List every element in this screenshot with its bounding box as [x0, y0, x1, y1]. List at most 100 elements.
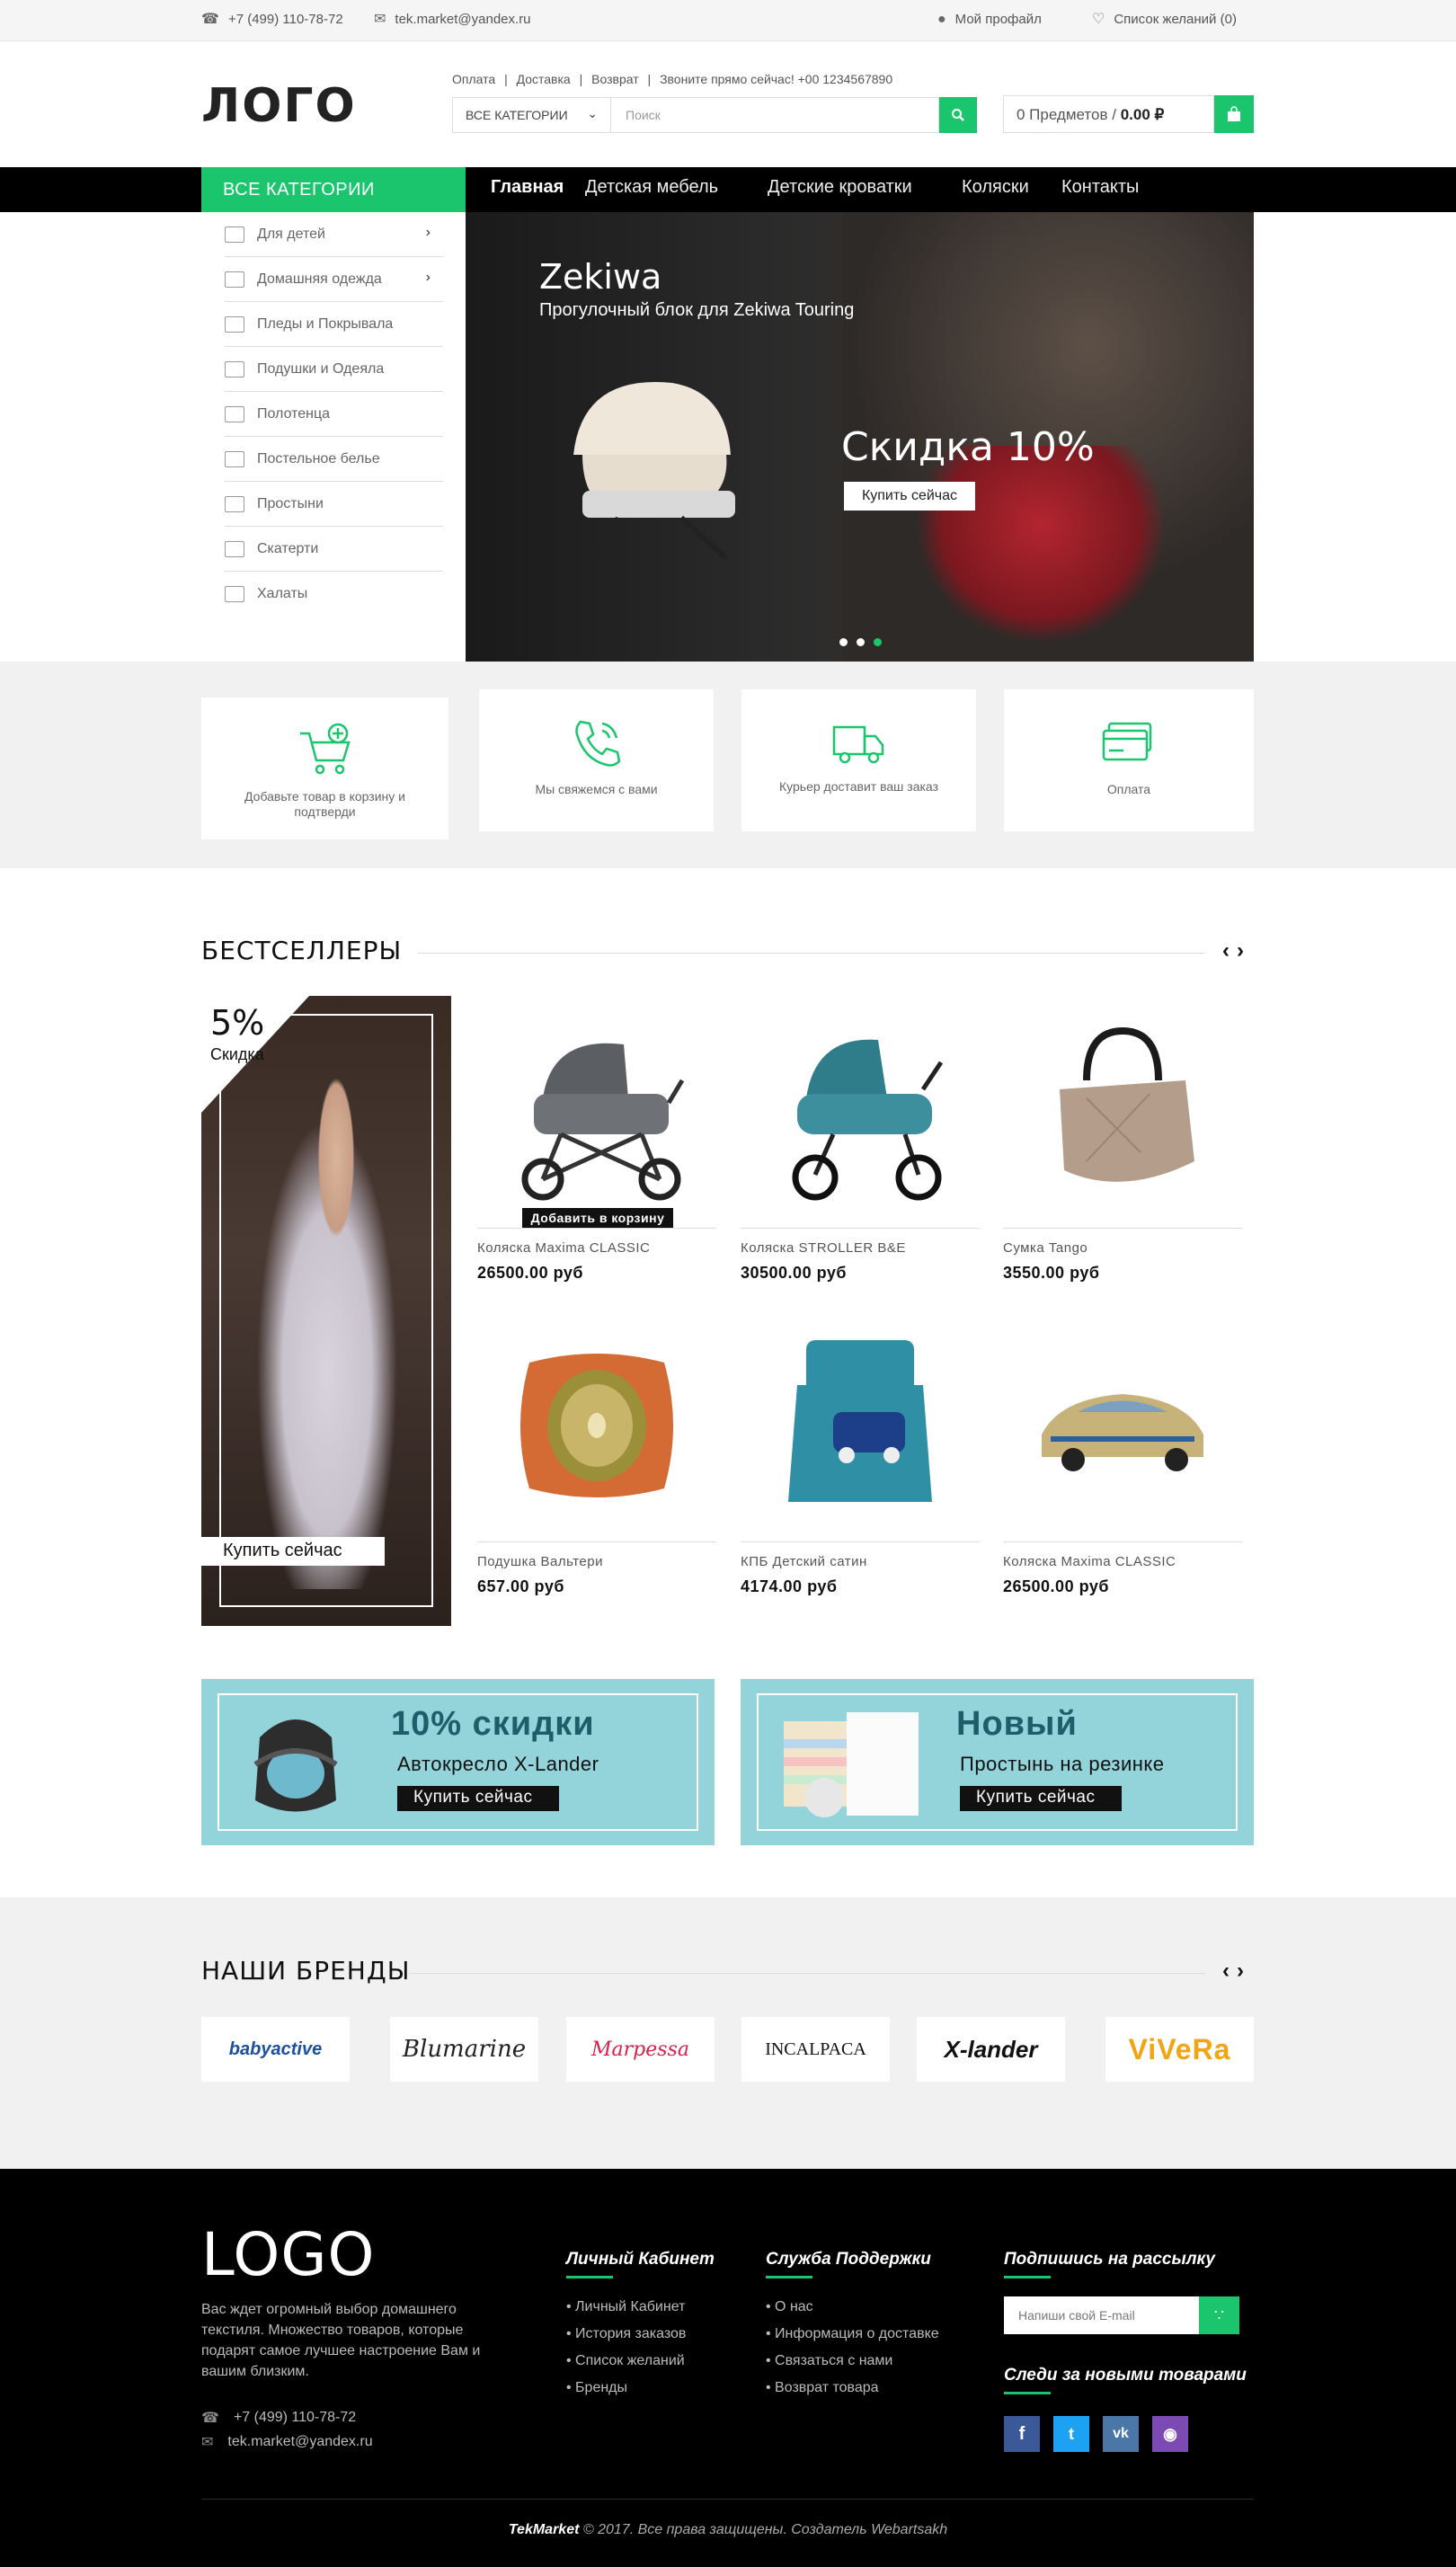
envelope-icon: ✉ — [374, 11, 386, 27]
footer-phone[interactable]: ☎ +7 (499) 110-78-72 — [201, 2409, 356, 2427]
sidebar-item-robes[interactable]: Халаты — [225, 572, 443, 617]
slider-dot[interactable] — [857, 638, 865, 646]
promo-buy-button[interactable]: Купить сейчас — [201, 1537, 385, 1566]
towel-icon — [225, 405, 244, 422]
subscribe-button[interactable]: ∵ — [1199, 2296, 1239, 2334]
slider-dot-active[interactable] — [874, 638, 882, 646]
top-bar: ☎ +7 (499) 110-78-72 ✉ tek.market@yandex… — [0, 0, 1456, 41]
brand-name: babyactive — [228, 2038, 323, 2059]
product-name[interactable]: Сумка Tango — [1003, 1240, 1088, 1256]
brand-logo-blumarine[interactable]: Blumarine — [390, 2017, 538, 2082]
product-name[interactable]: Коляска STROLLER B&E — [741, 1240, 906, 1256]
hero-buy-button[interactable]: Купить сейчас — [844, 482, 975, 511]
product-card[interactable]: Подушка Вальтери 657.00 руб — [477, 1310, 716, 1624]
return-link[interactable]: Возврат — [591, 72, 639, 86]
promo-banner-sheet[interactable]: Новый Простынь на резинке Купить сейчас — [741, 1679, 1254, 1845]
sidebar-item-bedding[interactable]: Постельное белье — [225, 437, 443, 482]
sidebar-item-label: Постельное белье — [257, 450, 380, 466]
cart-button[interactable] — [1214, 95, 1254, 133]
slider-dots — [839, 638, 882, 646]
brand-logo-xlander[interactable]: X-lander — [917, 2017, 1065, 2082]
payment-link[interactable]: Оплата — [452, 72, 495, 86]
banner-buy-button[interactable]: Купить сейчас — [397, 1786, 559, 1811]
phone-icon — [574, 720, 620, 767]
product-name[interactable]: Подушка Вальтери — [477, 1554, 603, 1569]
delivery-link[interactable]: Доставка — [517, 72, 571, 86]
product-card[interactable]: Добавить в корзину Коляска Maxima CLASSI… — [477, 996, 716, 1310]
brand-name: INCALPACA — [765, 2038, 866, 2059]
footer-link-label: Список желаний — [575, 2353, 685, 2368]
footer-link[interactable]: • О нас — [766, 2299, 813, 2315]
hero-stroller-image — [573, 382, 735, 561]
product-card[interactable]: КПБ Детский сатин 4174.00 руб — [741, 1310, 980, 1624]
wishlist-link[interactable]: ♡ Список желаний (0) — [1092, 12, 1237, 27]
brand-logo-vivera[interactable]: ViVeRa — [1105, 2017, 1254, 2082]
subscribe-email-input[interactable]: Напиши свой E-mail — [1004, 2296, 1199, 2334]
nav-strollers[interactable]: Коляски — [962, 177, 1029, 198]
product-card[interactable]: Коляска STROLLER B&E 30500.00 руб — [741, 996, 980, 1310]
nav-contacts[interactable]: Контакты — [1061, 177, 1139, 198]
site-logo[interactable]: ЛОГО — [201, 79, 357, 133]
sidebar-item-pillows[interactable]: Подушки и Одеяла — [225, 347, 443, 392]
footer-link[interactable]: • Связаться с нами — [766, 2353, 892, 2369]
slider-dot[interactable] — [839, 638, 848, 646]
footer-link[interactable]: • Информация о доставке — [766, 2326, 939, 2342]
category-select[interactable]: ВСЕ КАТЕГОРИИ ⌄ — [452, 97, 610, 133]
heading-underline — [766, 2276, 812, 2278]
next-arrow-icon[interactable]: › — [1237, 938, 1244, 963]
product-name[interactable]: КПБ Детский сатин — [741, 1554, 867, 1569]
credit-card-icon — [1102, 722, 1152, 761]
nav-home[interactable]: Главная — [491, 177, 564, 198]
brand-logo-babyactive[interactable]: babyactive — [201, 2017, 350, 2082]
promo-banner-car-seat[interactable]: 10% скидки Автокресло X-Lander Купить се… — [201, 1679, 715, 1845]
search-button[interactable] — [939, 97, 977, 133]
add-to-cart-button[interactable]: Добавить в корзину — [522, 1208, 673, 1228]
footer-link[interactable]: • История заказов — [566, 2326, 686, 2342]
divider — [741, 1541, 980, 1542]
product-card[interactable]: Коляска Maxima CLASSIC 26500.00 руб — [1003, 1310, 1242, 1624]
sidebar-item-kids[interactable]: Для детей › — [225, 212, 443, 257]
footer-link[interactable]: • Личный Кабинет — [566, 2299, 685, 2315]
footer-link[interactable]: • Бренды — [566, 2380, 627, 2396]
divider — [477, 1228, 716, 1229]
nav-cribs[interactable]: Детские кроватки — [768, 177, 912, 198]
nav-kids-furniture[interactable]: Детская мебель — [585, 177, 718, 198]
promo-banner[interactable]: 5% Скидка Купить сейчас — [201, 996, 451, 1626]
sidebar-item-tablecloths[interactable]: Скатерти — [225, 527, 443, 572]
sidebar-item-towels[interactable]: Полотенца — [225, 392, 443, 437]
cart-summary[interactable]: 0 Предметов / 0.00 ₽ — [1003, 95, 1214, 133]
prev-arrow-icon[interactable]: ‹ — [1222, 1959, 1230, 1983]
cart-total: 0.00 ₽ — [1120, 106, 1165, 123]
twitter-icon[interactable]: t — [1053, 2416, 1089, 2452]
sidebar-item-sheets[interactable]: Простыни — [225, 482, 443, 527]
facebook-icon[interactable]: f — [1004, 2416, 1040, 2452]
all-categories-button[interactable]: ВСЕ КАТЕГОРИИ — [201, 167, 466, 212]
vk-icon[interactable]: vk — [1103, 2416, 1139, 2452]
footer-link[interactable]: • Возврат товара — [766, 2380, 879, 2396]
banner-buy-button[interactable]: Купить сейчас — [960, 1786, 1122, 1811]
product-card[interactable]: Сумка Tango 3550.00 руб — [1003, 996, 1242, 1310]
brand-logo-incalpaca[interactable]: INCALPACA — [741, 2017, 890, 2082]
feature-add-to-cart: Добавьте товар в корзину и подтверди — [201, 697, 448, 839]
hero-title: Zekiwa — [539, 257, 662, 297]
instagram-icon[interactable]: ◉ — [1152, 2416, 1188, 2452]
hero-slider[interactable]: Zekiwa Прогулочный блок для Zekiwa Touri… — [466, 212, 1254, 662]
next-arrow-icon[interactable]: › — [1237, 1959, 1244, 1983]
separator: | — [579, 72, 583, 86]
top-email[interactable]: ✉ tek.market@yandex.ru — [374, 12, 531, 27]
product-name[interactable]: Коляска Maxima CLASSIC — [477, 1240, 650, 1256]
brand-name: X-lander — [944, 2035, 1038, 2063]
sidebar-item-blankets[interactable]: Пледы и Покрывала — [225, 302, 443, 347]
sidebar-item-homewear[interactable]: Домашняя одежда › — [225, 257, 443, 302]
top-phone[interactable]: ☎ +7 (499) 110-78-72 — [201, 12, 343, 27]
footer-link-label: Бренды — [575, 2380, 628, 2395]
footer-logo[interactable]: LOGO — [201, 2220, 375, 2289]
footer-email[interactable]: ✉ tek.market@yandex.ru — [201, 2433, 373, 2451]
product-name[interactable]: Коляска Maxima CLASSIC — [1003, 1554, 1176, 1569]
footer-link[interactable]: • Список желаний — [566, 2353, 685, 2369]
search-input[interactable]: Поиск — [610, 97, 939, 133]
profile-link[interactable]: ● Мой профайл — [937, 12, 1042, 27]
copyright-brand[interactable]: TekMarket — [509, 2522, 580, 2537]
prev-arrow-icon[interactable]: ‹ — [1222, 938, 1230, 963]
brand-logo-marpessa[interactable]: Marpessa — [566, 2017, 715, 2082]
